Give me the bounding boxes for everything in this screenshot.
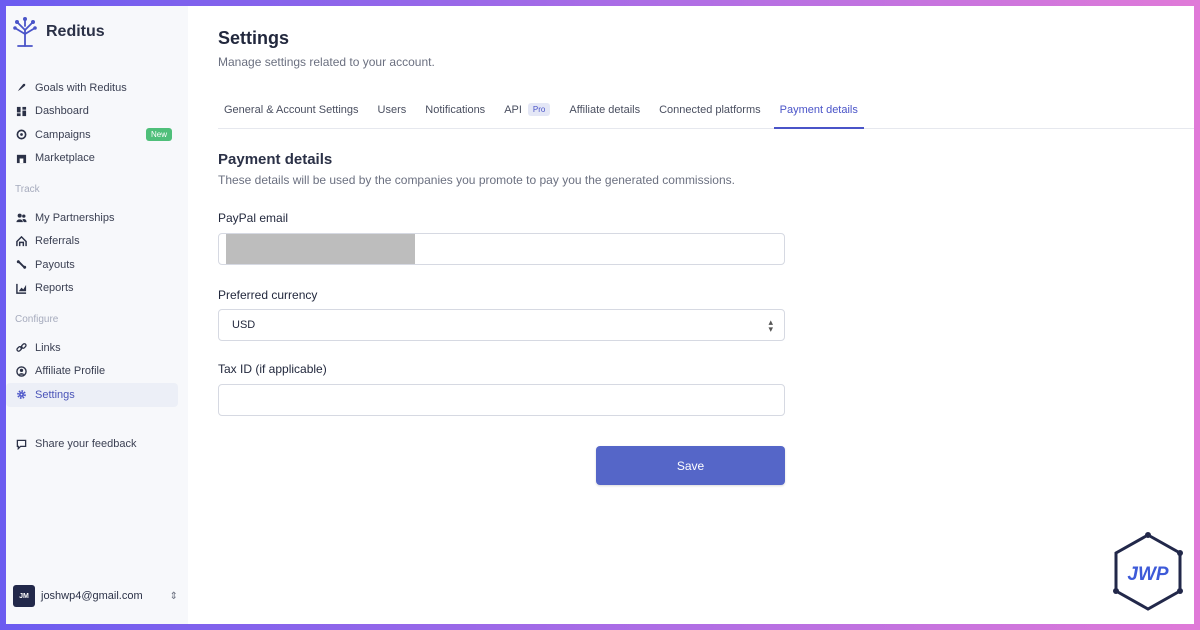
currency-value: USD — [232, 319, 256, 331]
rocket-icon — [15, 82, 27, 94]
tab-label: Affiliate details — [569, 104, 641, 116]
tax-id-label: Tax ID (if applicable) — [218, 362, 327, 376]
section-title: Payment details — [218, 151, 333, 168]
payouts-icon — [15, 259, 27, 271]
sidebar-item-affiliate-profile[interactable]: Affiliate Profile — [6, 360, 178, 384]
tax-id-field[interactable] — [218, 384, 785, 416]
users-icon — [15, 212, 27, 224]
sidebar-item-referrals[interactable]: Referrals — [6, 230, 178, 254]
sidebar-item-label: Goals with Reditus — [35, 81, 127, 94]
user-menu[interactable]: JM joshwp4@gmail.com ⇕ — [13, 585, 178, 607]
sidebar-item-partnerships[interactable]: My Partnerships — [6, 206, 178, 230]
new-badge: New — [145, 128, 172, 142]
sidebar-item-label: Payouts — [35, 258, 75, 271]
currency-select[interactable]: USD ▴ ▾ — [218, 309, 785, 341]
page-subtitle: Manage settings related to your account. — [218, 55, 435, 69]
jwp-logo-text: JWP — [1127, 564, 1169, 585]
tab-users[interactable]: Users — [372, 98, 413, 129]
sidebar-item-label: Marketplace — [35, 152, 95, 165]
tab-payment-details[interactable]: Payment details — [773, 98, 864, 129]
app-window: Reditus Goals with Reditus Dashboard Cam… — [6, 6, 1194, 624]
sidebar-item-label: Links — [35, 341, 61, 354]
sidebar-item-label: Reports — [35, 282, 74, 295]
chart-icon — [15, 282, 27, 294]
sidebar: Reditus Goals with Reditus Dashboard Cam… — [6, 6, 188, 624]
link-icon — [15, 342, 27, 354]
dashboard-icon — [15, 105, 27, 117]
section-subtitle: These details will be used by the compan… — [218, 173, 735, 187]
sidebar-item-label: Referrals — [35, 235, 80, 248]
avatar: JM — [13, 585, 35, 607]
gear-icon — [15, 389, 27, 401]
sidebar-item-reports[interactable]: Reports — [6, 277, 178, 301]
chevron-up-down-icon: ▴ ▾ — [768, 317, 773, 334]
tab-api[interactable]: API Pro — [498, 98, 556, 129]
sidebar-item-label: My Partnerships — [35, 211, 115, 224]
store-icon — [15, 152, 27, 164]
brand-name: Reditus — [46, 23, 105, 40]
campaign-icon — [15, 129, 27, 141]
sidebar-item-dashboard[interactable]: Dashboard — [6, 100, 178, 124]
sidebar-item-links[interactable]: Links — [6, 336, 178, 360]
jwp-logo-icon: JWP — [1113, 532, 1183, 611]
tab-label: API — [504, 104, 522, 116]
reditus-logo-icon — [13, 17, 37, 47]
tab-general[interactable]: General & Account Settings — [218, 98, 365, 129]
sidebar-item-goals[interactable]: Goals with Reditus — [6, 76, 178, 100]
tab-label: General & Account Settings — [224, 104, 359, 116]
sidebar-item-settings[interactable]: Settings — [6, 383, 178, 407]
sidebar-item-marketplace[interactable]: Marketplace — [6, 147, 178, 171]
feedback-icon — [15, 438, 27, 450]
user-email: joshwp4@gmail.com — [41, 590, 143, 602]
section-label-configure: Configure — [15, 314, 59, 325]
section-label-track: Track — [15, 184, 40, 195]
settings-tabs: General & Account Settings Users Notific… — [218, 98, 1194, 129]
paypal-email-label: PayPal email — [218, 211, 289, 225]
referrals-icon — [15, 235, 27, 247]
sidebar-nav: Goals with Reditus Dashboard Campaigns N… — [6, 76, 188, 456]
brand[interactable]: Reditus — [10, 16, 105, 48]
pro-badge: Pro — [527, 103, 551, 116]
tab-notifications[interactable]: Notifications — [419, 98, 491, 129]
tab-label: Notifications — [425, 104, 486, 116]
sidebar-item-label: Share your feedback — [35, 438, 137, 451]
main-content: Settings Manage settings related to your… — [188, 6, 1194, 624]
profile-icon — [15, 365, 27, 377]
sidebar-item-label: Settings — [35, 388, 75, 401]
save-button[interactable]: Save — [596, 446, 785, 485]
paypal-email-field[interactable] — [218, 233, 785, 265]
currency-label: Preferred currency — [218, 288, 318, 302]
sidebar-item-label: Affiliate Profile — [35, 365, 106, 378]
sidebar-item-label: Dashboard — [35, 105, 89, 118]
tab-connected-platforms[interactable]: Connected platforms — [653, 98, 767, 129]
chevron-up-down-icon: ⇕ — [169, 590, 178, 602]
tab-label: Payment details — [779, 104, 858, 116]
tab-label: Users — [377, 104, 407, 116]
page-title: Settings — [218, 28, 290, 48]
tab-label: Connected platforms — [659, 104, 761, 116]
sidebar-item-payouts[interactable]: Payouts — [6, 253, 178, 277]
sidebar-item-label: Campaigns — [35, 128, 91, 141]
tab-affiliate-details[interactable]: Affiliate details — [563, 98, 646, 129]
sidebar-item-campaigns[interactable]: Campaigns New — [6, 123, 178, 147]
redacted-value — [226, 234, 415, 264]
sidebar-item-feedback[interactable]: Share your feedback — [6, 433, 178, 457]
